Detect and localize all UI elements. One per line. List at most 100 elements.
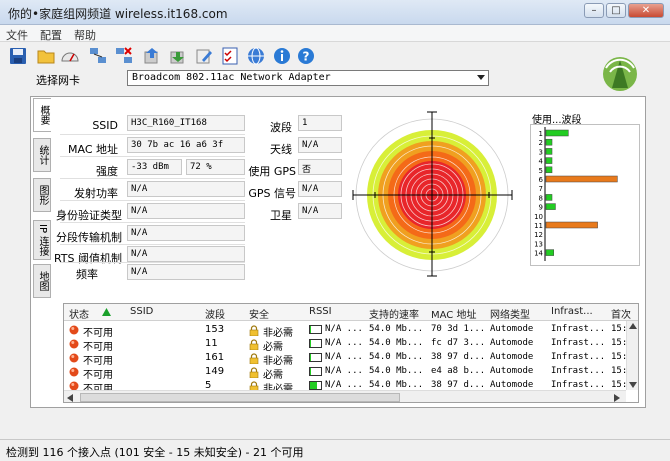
menu-file[interactable]: 文件 [0,25,34,45]
channel-label: 10 [534,213,543,221]
tab-summary[interactable]: 概要 [33,98,51,132]
field-label-fragmentation: 分段传输机制 [56,231,122,244]
channel-label: 2 [539,139,543,147]
row-rssi: N/A ... [325,380,363,390]
rssi-bar [309,381,322,390]
field-value-rts: N/A [127,246,245,262]
table-row[interactable]: 不可用 153 非必需 N/A ... 54.0 Mb... 70 3d 1... Auto… [64,323,627,339]
column-ssid[interactable]: SSID [130,306,153,317]
column-rate[interactable]: 支持的速率 [369,306,419,321]
lock-icon [249,367,259,378]
channel-label: 6 [539,176,544,184]
channel-bar [545,138,553,146]
horizontal-scrollbar[interactable] [64,390,626,402]
row-rate: 54.0 Mb... [369,380,424,390]
gauge-icon[interactable] [60,46,80,66]
scroll-left-icon[interactable] [67,394,73,402]
row-first-seen: 15: [611,338,628,348]
status-dot-icon [69,367,79,377]
rssi-bar [309,339,322,348]
channel-bar [545,148,553,155]
row-infrastructure: Infrast... [551,366,606,376]
adapter-select[interactable]: Broadcom 802.11ac Network Adapter [127,70,489,86]
title-bar: 你的•家庭组网频道 wireless.it168.com – □ ✕ [0,0,670,25]
table-row[interactable]: 不可用 11 必需 N/A ... 54.0 Mb... fc d7 3... Automo… [64,337,628,353]
column-first-seen[interactable]: 首次 [611,306,631,321]
tab-map[interactable]: 地图 [33,264,51,298]
field-value-use-gps: 否 [298,159,342,175]
tab-ip-connection[interactable]: IP 连接 [33,220,51,260]
help-icon[interactable]: ? [296,46,316,66]
chevron-down-icon[interactable] [477,75,485,80]
open-folder-icon[interactable] [36,46,56,66]
row-channel: 161 [205,352,225,363]
column-network-type[interactable]: 网络类型 [490,306,530,321]
sort-asc-icon[interactable] [102,308,111,316]
channel-bar [545,249,554,256]
menu-help[interactable]: 帮助 [68,25,102,45]
column-status[interactable]: 状态 [69,306,89,321]
channel-label: 3 [539,148,543,156]
signal-radar [352,111,513,277]
channel-label: 5 [539,167,543,175]
status-text: 检测到 116 个接入点 (101 安全 - 15 未知安全) - 21 个可用 [6,446,304,459]
column-channel[interactable]: 波段 [205,306,225,321]
adapter-value: Broadcom 802.11ac Network Adapter [132,72,331,83]
row-network-type: Automode [490,366,534,376]
row-mac: 38 97 d... [431,380,486,390]
tab-statistics[interactable]: 统计 [33,138,51,172]
info-icon[interactable] [272,46,292,66]
adapter-label: 选择网卡 [36,74,80,87]
scroll-down-icon[interactable] [629,382,637,388]
field-value-dbm: -33 dBm [127,159,182,175]
field-value-antenna: N/A [298,137,342,153]
table-row[interactable]: 不可用 149 必需 N/A ... 54.0 Mb... e4 a8 b... Autom… [64,365,627,381]
window-title: 你的•家庭组网频道 wireless.it168.com [8,7,228,21]
channel-bar [545,194,553,201]
status-dot-icon [69,353,79,363]
app-logo-icon [603,57,637,91]
field-value-mac: 30 7b ac 16 a6 3f [127,137,245,153]
network-x-icon[interactable] [114,46,134,66]
field-label-strength: 强度 [96,165,118,178]
tab-graph[interactable]: 图形 [33,178,51,212]
save-icon[interactable] [8,46,28,66]
scroll-right-icon[interactable] [614,394,620,402]
globe-icon[interactable] [246,46,266,66]
row-infrastructure: Infrast... [551,380,606,390]
export-icon[interactable] [142,46,162,66]
rssi-bar [309,325,322,334]
maximize-button[interactable]: □ [606,3,626,18]
row-divider [60,178,245,179]
column-mac[interactable]: MAC 地址 [431,306,476,321]
field-value-percent: 72 % [186,159,245,175]
menu-config[interactable]: 配置 [34,25,68,45]
rssi-bar [309,367,322,376]
svg-text:?: ? [303,50,310,64]
row-infrastructure: Infrast... [551,324,606,334]
field-label-ssid: SSID [92,119,118,132]
channel-bar [545,157,553,164]
field-value-ssid: H3C_R160_IT168 [127,115,245,131]
checklist-icon[interactable] [220,46,240,66]
minimize-button[interactable]: – [584,3,604,18]
field-label-auth: 身份验证类型 [56,209,122,222]
network-icon[interactable] [88,46,108,66]
edit-icon[interactable] [194,46,214,66]
close-button[interactable]: ✕ [628,3,664,18]
row-rate: 54.0 Mb... [369,352,424,362]
column-infrastructure[interactable]: Infrast... [551,306,593,317]
row-network-type: Automode [490,324,534,334]
row-rate: 54.0 Mb... [369,366,424,376]
row-mac: fc d7 3... [431,338,486,348]
row-mac: 38 97 d... [431,352,486,362]
channel-label: 9 [539,204,543,212]
scroll-up-icon[interactable] [629,323,637,329]
column-rssi[interactable]: RSSI [309,306,332,317]
scrollbar-thumb[interactable] [80,393,400,402]
table-row[interactable]: 不可用 161 非必需 N/A ... 54.0 Mb... 38 97 d... Auto… [64,351,627,367]
field-label-channel: 波段 [270,121,292,134]
import-icon[interactable] [168,46,188,66]
column-security[interactable]: 安全 [249,306,269,321]
vertical-scrollbar[interactable] [626,321,638,390]
